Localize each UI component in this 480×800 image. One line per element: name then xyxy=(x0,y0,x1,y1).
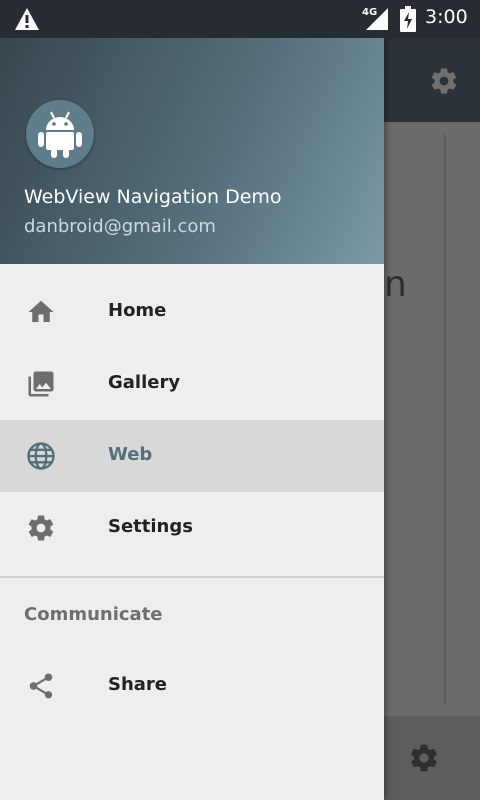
avatar[interactable] xyxy=(26,100,94,168)
drawer-item-web[interactable]: Web xyxy=(0,420,384,492)
globe-icon xyxy=(27,442,55,470)
background-partial-text: n xyxy=(384,264,407,305)
android-icon xyxy=(38,111,82,158)
warning-icon xyxy=(15,8,39,30)
drawer-item-settings[interactable]: Settings xyxy=(0,492,384,564)
drawer-item-share[interactable]: Share xyxy=(0,650,384,722)
battery-charging-icon xyxy=(400,6,416,32)
gear-icon xyxy=(28,515,54,541)
drawer-item-label: Settings xyxy=(108,516,193,537)
share-icon xyxy=(29,673,53,699)
drawer-item-home[interactable]: Home xyxy=(0,276,384,348)
drawer-divider xyxy=(0,576,384,578)
drawer-item-label: Gallery xyxy=(108,372,181,393)
app-name: WebView Navigation Demo xyxy=(24,186,282,208)
clock: 3:00 xyxy=(425,6,468,28)
gallery-icon xyxy=(28,371,54,397)
drawer-item-label: Share xyxy=(108,674,168,695)
home-icon xyxy=(28,300,54,322)
drawer-header: WebView Navigation Demo danbroid@gmail.c… xyxy=(0,38,384,264)
drawer-item-label: Web xyxy=(108,444,153,465)
drawer-item-label: Home xyxy=(108,300,167,321)
gear-icon[interactable] xyxy=(408,742,440,774)
signal-icon xyxy=(366,8,388,30)
account-email: danbroid@gmail.com xyxy=(24,216,216,237)
navigation-drawer: WebView Navigation Demo danbroid@gmail.c… xyxy=(0,38,384,800)
gear-icon[interactable] xyxy=(429,66,459,96)
section-header-communicate: Communicate xyxy=(24,604,163,625)
background-card-edge xyxy=(444,134,446,704)
status-bar: 4G 3:00 xyxy=(0,0,480,38)
drawer-item-gallery[interactable]: Gallery xyxy=(0,348,384,420)
